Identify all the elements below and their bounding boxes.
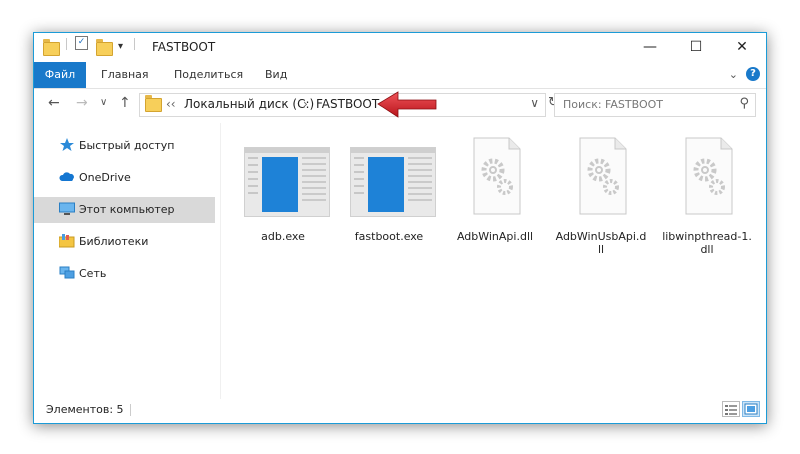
window-title: FASTBOOT: [152, 40, 216, 54]
back-arrow-icon[interactable]: ←: [48, 95, 60, 111]
nav-item-label: Сеть: [79, 267, 107, 280]
dll-gear-file-icon: [685, 137, 733, 215]
nav-item-onedrive[interactable]: OneDrive: [34, 165, 215, 191]
file-item-adbwinusbapi-dll[interactable]: AdbWinUsbApi.d ll: [549, 137, 653, 267]
close-button[interactable]: ✕: [719, 33, 765, 62]
maximize-button[interactable]: ☐: [673, 33, 719, 62]
nav-item-label: Этот компьютер: [79, 203, 175, 216]
help-icon[interactable]: ?: [746, 67, 760, 81]
file-name: fastboot.exe: [354, 230, 424, 243]
nav-item-network[interactable]: Сеть: [34, 261, 215, 287]
file-name-line: dll: [700, 243, 714, 256]
file-name: adb.exe: [261, 230, 305, 243]
dll-gear-file-icon: [473, 137, 521, 215]
up-arrow-icon[interactable]: ↑: [119, 95, 131, 111]
file-item-adbwinapi-dll[interactable]: AdbWinApi.dll: [443, 137, 547, 267]
ribbon-tabs: Файл Главная Поделиться Вид ⌄ ?: [34, 62, 766, 89]
nav-item-label: Быстрый доступ: [79, 139, 175, 152]
cloud-icon: [59, 172, 74, 181]
nav-item-this-pc[interactable]: Этот компьютер: [34, 197, 215, 223]
tab-file[interactable]: Файл: [34, 62, 86, 88]
nav-item-libraries[interactable]: Библиотеки: [34, 229, 215, 255]
breadcrumb-fastboot[interactable]: FASTBOOT: [316, 97, 379, 111]
folder-icon[interactable]: [43, 39, 60, 56]
tab-home[interactable]: Главная: [101, 62, 149, 88]
breadcrumb-local-disk[interactable]: Локальный диск (C:): [184, 97, 314, 111]
search-placeholder: Поиск: FASTBOOT: [563, 98, 663, 111]
forward-arrow-icon[interactable]: →: [76, 95, 88, 111]
search-box[interactable]: Поиск: FASTBOOT ⚲: [554, 93, 756, 117]
nav-item-quick-access[interactable]: Быстрый доступ: [34, 133, 215, 159]
file-name: libwinpthread-1. dll: [655, 230, 759, 256]
search-icon: ⚲: [739, 96, 749, 111]
customize-toolbar-icon[interactable]: ▾: [118, 41, 123, 52]
status-divider: [130, 404, 131, 416]
star-icon: [60, 138, 74, 151]
annotation-arrow: [377, 91, 437, 118]
file-item-fastboot-exe[interactable]: fastboot.exe: [337, 137, 441, 267]
recent-locations-icon[interactable]: ∨: [100, 97, 107, 108]
file-item-libwinpthread-dll[interactable]: libwinpthread-1. dll: [655, 137, 759, 267]
computer-icon: [59, 202, 75, 215]
details-view-icon[interactable]: [722, 401, 740, 417]
breadcrumb-overflow[interactable]: ‹‹: [166, 97, 176, 111]
divider: [66, 38, 67, 50]
breadcrumb-separator[interactable]: ›: [303, 97, 308, 111]
address-dropdown-icon[interactable]: ∨: [530, 96, 539, 110]
navigation-pane: Быстрый доступ OneDrive Этот компьютер Б…: [34, 123, 220, 399]
file-name-line: ll: [597, 243, 605, 256]
folder-icon: [145, 95, 162, 112]
file-name: AdbWinUsbApi.d ll: [549, 230, 653, 256]
large-icons-view-icon[interactable]: [742, 401, 760, 417]
file-name-line: libwinpthread-1.: [662, 230, 752, 243]
new-folder-icon[interactable]: [96, 39, 113, 56]
tab-share[interactable]: Поделиться: [174, 62, 243, 88]
nav-item-label: OneDrive: [79, 171, 131, 184]
nav-item-label: Библиотеки: [79, 235, 149, 248]
pane-divider[interactable]: [220, 123, 221, 399]
exe-file-icon: [244, 147, 330, 217]
library-icon: [59, 234, 75, 248]
address-bar[interactable]: ‹‹ Локальный диск (C:) › FASTBOOT ∨: [139, 93, 546, 117]
status-item-count: Элементов: 5: [46, 403, 124, 416]
properties-check-icon[interactable]: ✓: [75, 36, 88, 50]
divider: [134, 38, 135, 50]
file-item-adb-exe[interactable]: adb.exe: [231, 137, 335, 267]
dll-gear-file-icon: [579, 137, 627, 215]
file-name: AdbWinApi.dll: [456, 230, 534, 243]
explorer-window: ✓ ▾ FASTBOOT — ☐ ✕ Файл Главная Поделить…: [33, 32, 767, 424]
network-icon: [59, 266, 75, 279]
exe-file-icon: [350, 147, 436, 217]
tab-view[interactable]: Вид: [265, 62, 287, 88]
file-name-line: AdbWinUsbApi.d: [555, 230, 647, 243]
title-bar: ✓ ▾ FASTBOOT — ☐ ✕: [34, 33, 766, 62]
expand-ribbon-icon[interactable]: ⌄: [729, 68, 738, 81]
minimize-button[interactable]: —: [627, 33, 673, 62]
